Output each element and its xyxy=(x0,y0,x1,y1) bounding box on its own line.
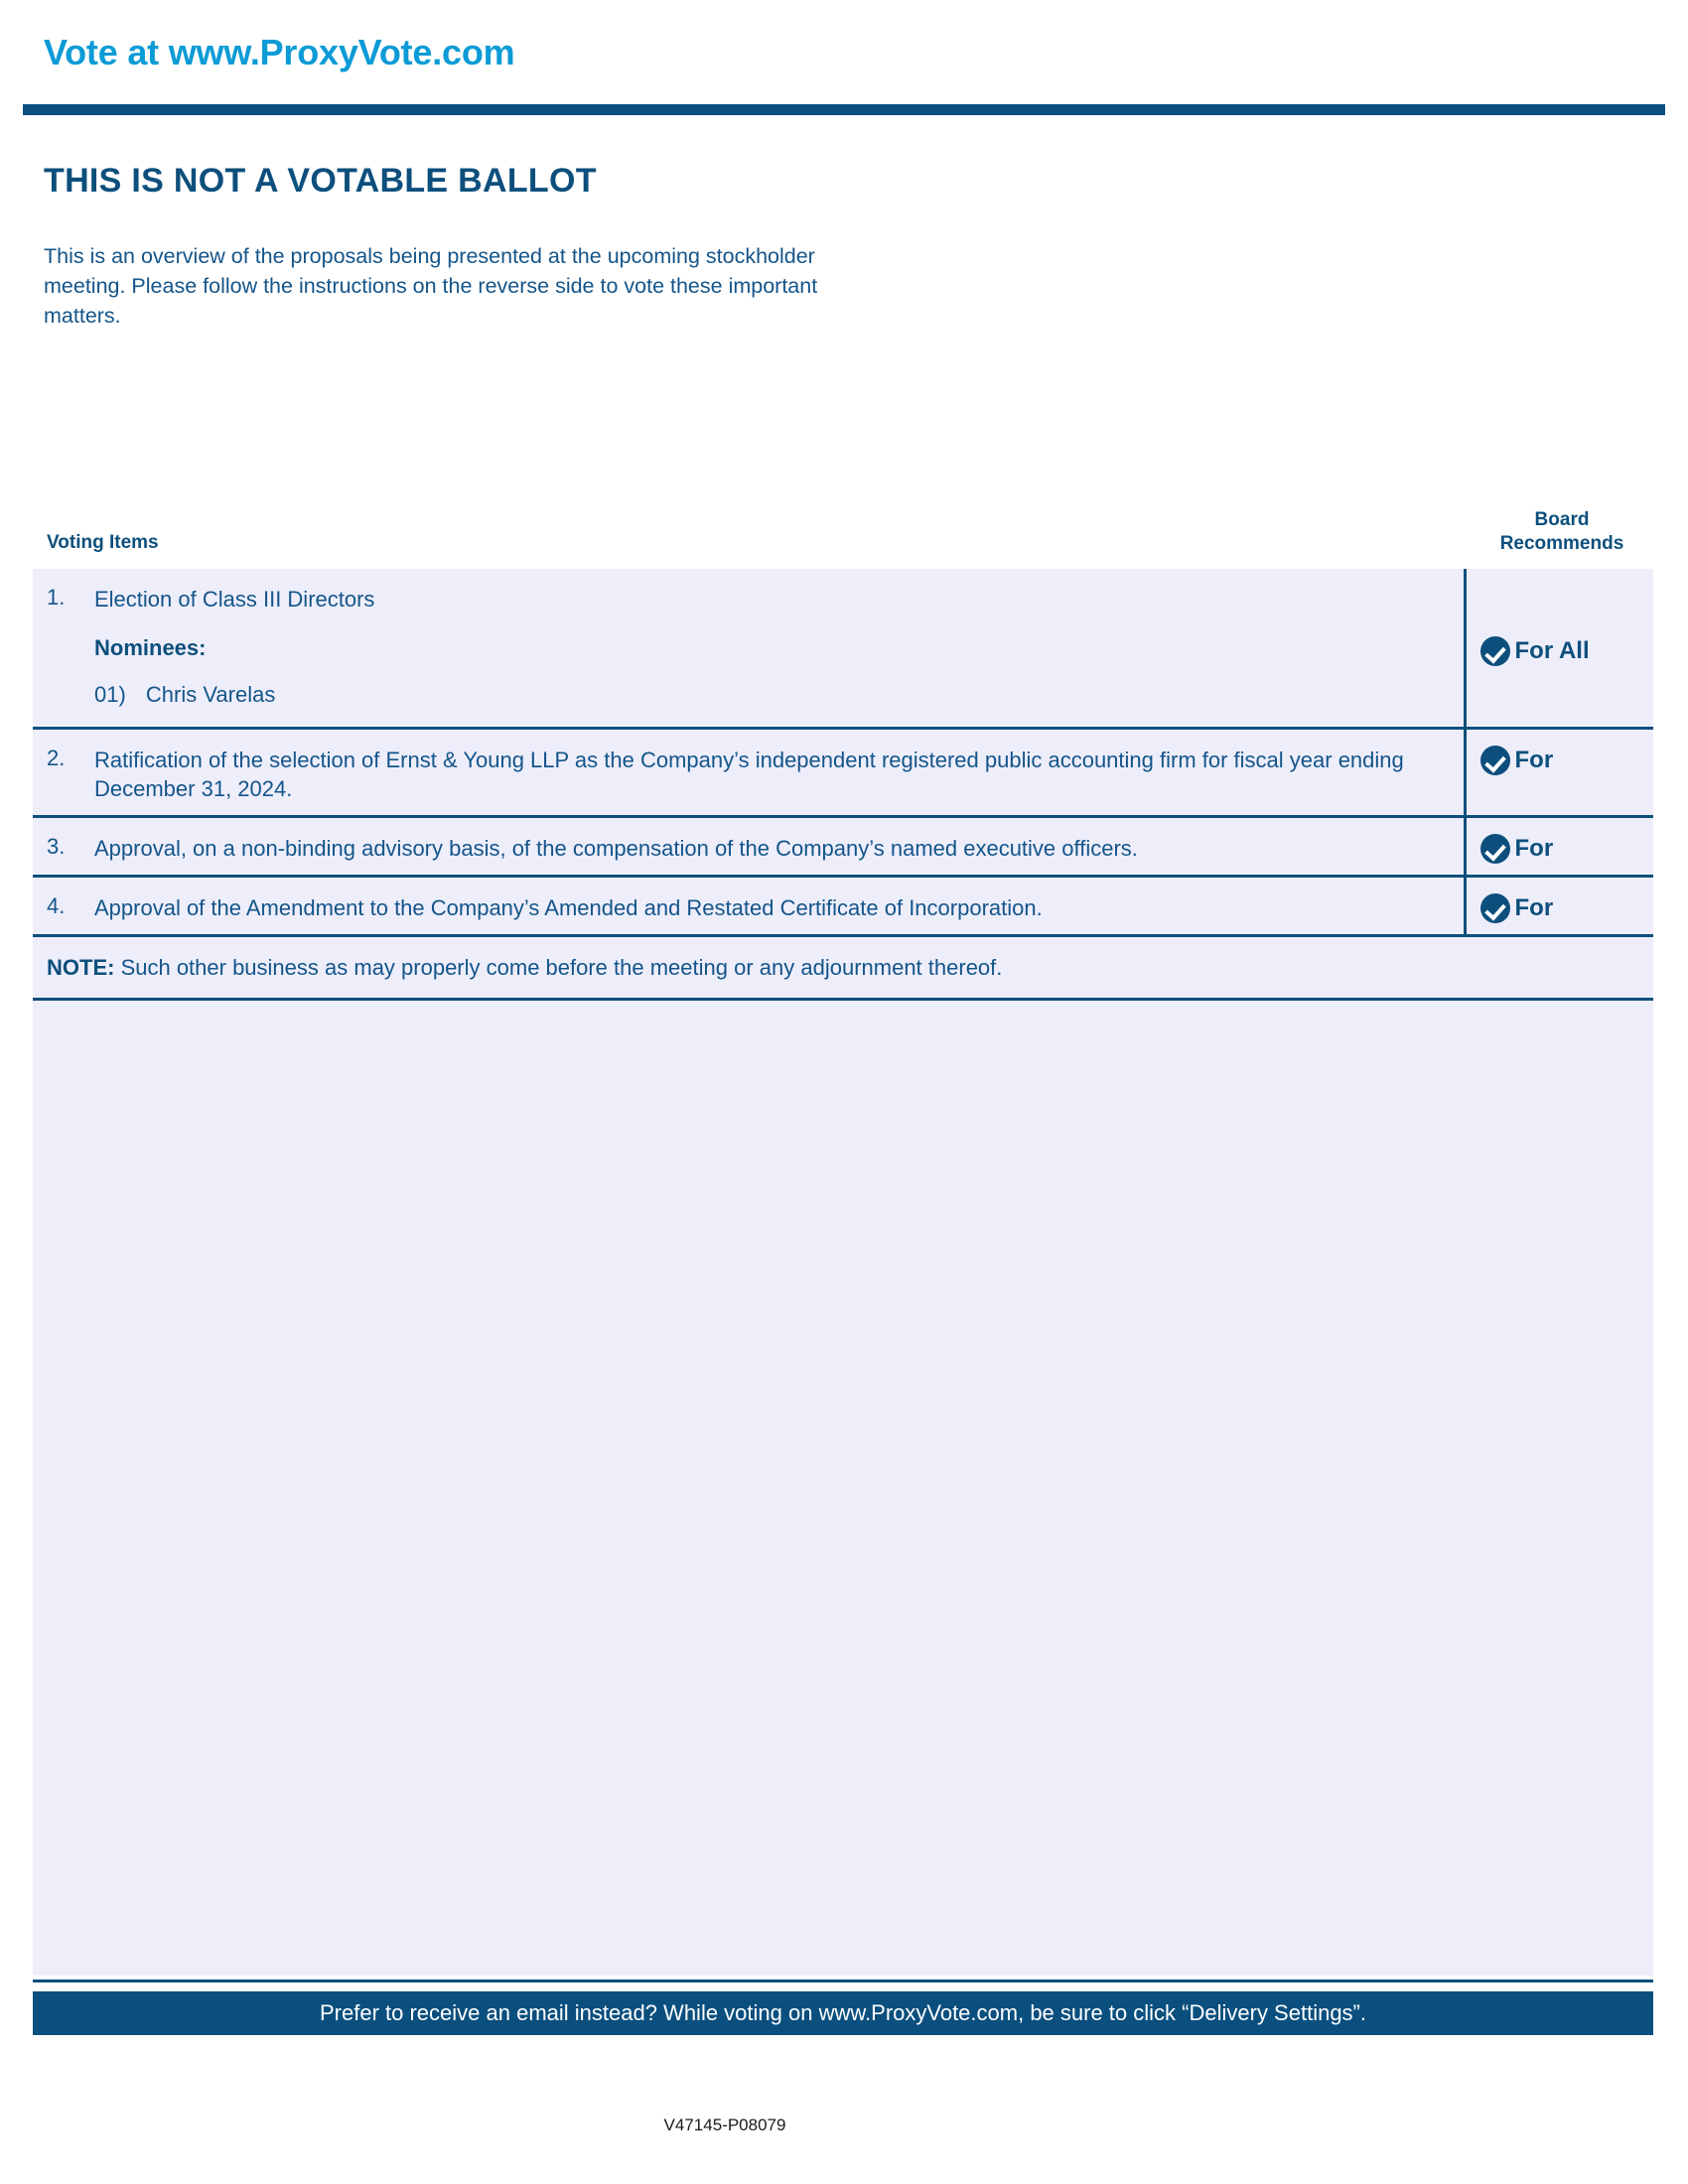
intro-paragraph: This is an overview of the proposals bei… xyxy=(44,244,818,328)
item-content: Approval, on a non-binding advisory basi… xyxy=(94,816,1467,878)
table-row: 3. Approval, on a non-binding advisory b… xyxy=(33,816,1654,878)
check-circle-icon xyxy=(1479,893,1510,923)
footer-message: Prefer to receive an email instead? Whil… xyxy=(319,2000,1366,2025)
recommendation-badge: For All xyxy=(1479,585,1654,666)
item-number: 2. xyxy=(33,728,94,818)
board-recommendation-cell: For xyxy=(1465,816,1654,878)
recommendation-badge: For xyxy=(1479,746,1654,775)
table-row: 1. Election of Class III Directors Nomin… xyxy=(33,569,1654,730)
item-number: 4. xyxy=(33,876,94,937)
item-text: Approval of the Amendment to the Company… xyxy=(94,895,1043,920)
item-text: Approval, on a non-binding advisory basi… xyxy=(94,836,1138,861)
item-text: Ratification of the selection of Ernst &… xyxy=(94,748,1404,801)
table-row: 2. Ratification of the selection of Erns… xyxy=(33,728,1654,818)
check-circle-icon xyxy=(1479,636,1510,666)
recommendation-label: For xyxy=(1514,835,1554,862)
check-circle-icon xyxy=(1479,746,1510,775)
nominees-label: Nominees: xyxy=(94,635,207,660)
nominee-name: Chris Varelas xyxy=(145,682,276,707)
board-recommendation-cell: For xyxy=(1465,728,1654,818)
masthead-vote-url: Vote at www.ProxyVote.com xyxy=(44,32,515,72)
board-recommendation-cell: For xyxy=(1465,876,1654,937)
nominee-item: 01) Chris Varelas xyxy=(94,680,1448,709)
note-cell: NOTE: Such other business as may properl… xyxy=(33,935,1653,1001)
recommendation-label: For xyxy=(1514,894,1554,921)
item-number: 1. xyxy=(33,569,94,730)
table-row-note: NOTE: Such other business as may properl… xyxy=(33,935,1653,1001)
column-header-voting-items: Voting Items xyxy=(47,532,159,553)
document-code: V47145-P08079 xyxy=(663,2116,786,2134)
header-rule xyxy=(23,104,1665,115)
voting-items-panel: 1. Election of Class III Directors Nomin… xyxy=(33,569,1653,1976)
note-text: Such other business as may properly come… xyxy=(120,955,1003,980)
item-number: 3. xyxy=(33,816,94,878)
voting-items-table: 1. Election of Class III Directors Nomin… xyxy=(33,569,1653,1001)
board-recommendation-cell: For All xyxy=(1465,569,1654,730)
item-content: Ratification of the selection of Ernst &… xyxy=(94,728,1467,818)
recommendation-label: For xyxy=(1514,747,1554,773)
item-content: Approval of the Amendment to the Company… xyxy=(94,876,1467,937)
page-title: THIS IS NOT A VOTABLE BALLOT xyxy=(44,162,597,200)
table-row: 4. Approval of the Amendment to the Comp… xyxy=(33,876,1654,937)
column-header-board-recommends: Board Recommends xyxy=(1468,508,1656,556)
recommendation-badge: For xyxy=(1479,834,1654,864)
note-label: NOTE: xyxy=(47,955,121,980)
recommendation-badge: For xyxy=(1479,893,1654,923)
check-circle-icon xyxy=(1479,834,1510,864)
footer-banner: Prefer to receive an email instead? Whil… xyxy=(33,1991,1653,2035)
footer-rule xyxy=(33,1979,1653,1982)
board-header-line-2: Recommends xyxy=(1499,533,1624,554)
board-header-line-1: Board xyxy=(1534,509,1590,530)
item-content: Election of Class III Directors Nominees… xyxy=(94,569,1467,730)
nominee-index: 01) xyxy=(94,682,126,707)
recommendation-label: For All xyxy=(1514,637,1590,664)
item-text: Election of Class III Directors xyxy=(94,587,375,612)
